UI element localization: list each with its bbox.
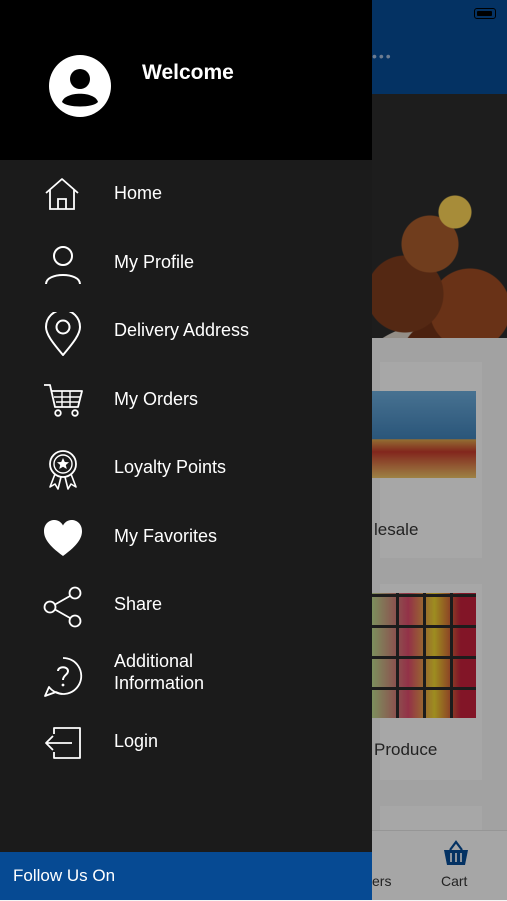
- menu-item-my-orders[interactable]: My Orders: [0, 369, 372, 429]
- menu-item-home[interactable]: Home: [0, 163, 372, 223]
- side-drawer: Welcome Home My Profile Delivery Address…: [0, 0, 372, 900]
- menu-item-label: Additional Information: [114, 650, 204, 694]
- follow-us-footer[interactable]: Follow Us On: [0, 852, 372, 900]
- menu-item-additional-information[interactable]: Additional Information: [0, 643, 372, 703]
- menu-item-label: Home: [114, 183, 163, 203]
- menu-item-label: Delivery Address: [114, 320, 250, 340]
- menu-item-label: Loyalty Points: [114, 457, 227, 477]
- menu-item-share[interactable]: Share: [0, 574, 372, 634]
- home-icon: [40, 175, 86, 215]
- share-icon: [40, 586, 86, 628]
- menu-item-label-line: Information: [114, 673, 205, 693]
- award-badge-icon: [40, 449, 86, 490]
- welcome-text: Welcome: [142, 61, 234, 84]
- menu-item-my-profile[interactable]: My Profile: [0, 232, 372, 292]
- shopping-cart-icon: [40, 381, 86, 421]
- menu-item-label: My Favorites: [114, 526, 218, 546]
- menu-item-label-line: Additional: [114, 651, 194, 671]
- user-icon: [40, 244, 86, 284]
- location-pin-icon: [40, 312, 86, 356]
- drawer-header: Welcome: [0, 0, 372, 160]
- menu-item-delivery-address[interactable]: Delivery Address: [0, 300, 372, 360]
- menu-item-label: My Profile: [114, 252, 195, 272]
- avatar-icon[interactable]: [49, 55, 111, 117]
- menu-item-label: Share: [114, 594, 163, 614]
- menu-item-loyalty-points[interactable]: Loyalty Points: [0, 437, 372, 497]
- follow-us-label: Follow Us On: [13, 866, 116, 885]
- menu-item-label: Login: [114, 731, 159, 751]
- login-icon: [40, 723, 86, 763]
- menu-item-my-favorites[interactable]: My Favorites: [0, 506, 372, 566]
- help-question-icon: [40, 655, 86, 697]
- heart-icon: [40, 518, 86, 558]
- menu-item-login[interactable]: Login: [0, 711, 372, 771]
- menu-item-label: My Orders: [114, 389, 199, 409]
